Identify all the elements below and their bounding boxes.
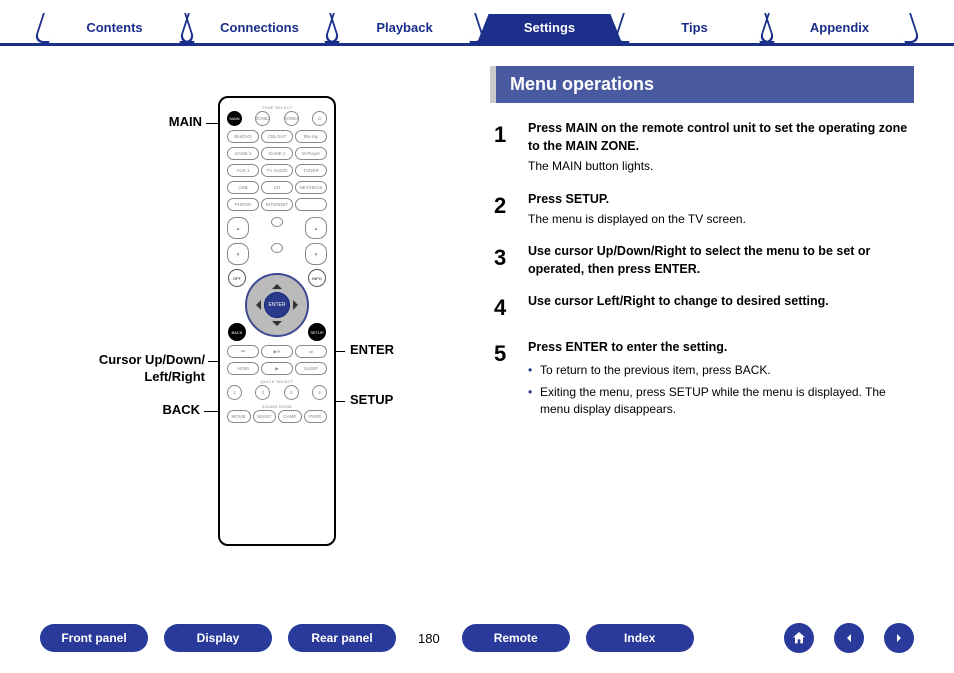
dpad-down-icon bbox=[272, 321, 282, 331]
remote-btn-quick3: 3 bbox=[284, 385, 299, 400]
remote-btn-source: M-Player bbox=[295, 147, 327, 160]
remote-btn-pure: PURE bbox=[304, 410, 328, 423]
remote-btn-tune-minus: ⏮ bbox=[227, 345, 259, 358]
remote-btn-vol-up: ▲ bbox=[305, 217, 327, 239]
remote-btn-zone2: ZONE2 bbox=[255, 111, 270, 126]
step-number: 2 bbox=[494, 190, 514, 229]
remote-btn-source: TV AUDIO bbox=[261, 164, 293, 177]
remote-btn-source: INTERNET bbox=[261, 198, 293, 211]
remote-btn-setup: SETUP bbox=[308, 323, 326, 341]
remote-btn-transport: HDMI bbox=[227, 362, 259, 375]
steps-list: 1 Press MAIN on the remote control unit … bbox=[490, 119, 914, 423]
remote-btn-enter: ENTER bbox=[264, 292, 290, 318]
tab-connections[interactable]: Connections bbox=[187, 14, 332, 43]
remote-btn-source: Blu/DVD bbox=[227, 130, 259, 143]
tab-contents[interactable]: Contents bbox=[42, 14, 187, 43]
section-heading: Menu operations bbox=[490, 66, 914, 103]
remote-btn-source: GAME 2 bbox=[261, 147, 293, 160]
remote-btn-source: TUNER bbox=[295, 164, 327, 177]
step-bullet: To return to the previous item, press BA… bbox=[528, 362, 914, 379]
instructions-column: Menu operations 1 Press MAIN on the remo… bbox=[490, 66, 914, 576]
callout-main: MAIN bbox=[150, 114, 202, 129]
remote-btn-source: NET/HEOS bbox=[295, 181, 327, 194]
remote-btn-ch-down: ▼ bbox=[227, 243, 249, 265]
remote-btn-source: USB bbox=[227, 181, 259, 194]
step-subtext: The menu is displayed on the TV screen. bbox=[528, 211, 914, 228]
step-subtext: The MAIN button lights. bbox=[528, 158, 914, 175]
remote-btn-ch-up: ▲ bbox=[227, 217, 249, 239]
remote-btn-option: OPT bbox=[228, 269, 246, 287]
step-bullet: Exiting the menu, press SETUP while the … bbox=[528, 384, 914, 419]
step-text: Use cursor Left/Right to change to desir… bbox=[528, 294, 829, 308]
remote-btn-music: MUSIC bbox=[253, 410, 277, 423]
remote-btn-play-pause: ▶/⏸ bbox=[261, 345, 293, 358]
page-number: 180 bbox=[412, 631, 446, 646]
remote-dpad: ENTER bbox=[245, 273, 309, 337]
step-number: 5 bbox=[494, 338, 514, 422]
remote-btn-quick4: 4 bbox=[312, 385, 327, 400]
remote-btn-tune-plus: ⏭ bbox=[295, 345, 327, 358]
callout-cursor: Cursor Up/Down/ Left/Right bbox=[70, 352, 205, 386]
remote-btn-movie: MOVIE bbox=[227, 410, 251, 423]
tab-tips[interactable]: Tips bbox=[622, 14, 767, 43]
remote-btn-vol-down: ▼ bbox=[305, 243, 327, 265]
bottom-link-display[interactable]: Display bbox=[164, 624, 272, 652]
step-3: 3 Use cursor Up/Down/Right to select the… bbox=[494, 242, 914, 278]
remote-btn-source: PHONO bbox=[227, 198, 259, 211]
step-2: 2 Press SETUP. The menu is displayed on … bbox=[494, 190, 914, 229]
step-number: 3 bbox=[494, 242, 514, 278]
dpad-up-icon bbox=[272, 279, 282, 289]
next-page-icon[interactable] bbox=[884, 623, 914, 653]
step-number: 4 bbox=[494, 292, 514, 324]
step-text: Use cursor Up/Down/Right to select the m… bbox=[528, 244, 870, 276]
remote-btn-source: AUX 1 bbox=[227, 164, 259, 177]
remote-btn-source: GAME 1 bbox=[227, 147, 259, 160]
sound-mode-label: SOUND MODE bbox=[226, 404, 328, 409]
step-number: 1 bbox=[494, 119, 514, 176]
zone-select-label: ZONE SELECT bbox=[226, 105, 328, 110]
remote-btn-source: Blu-ray bbox=[295, 130, 327, 143]
quick-select-label: QUICK SELECT bbox=[226, 379, 328, 384]
remote-control-diagram: ZONE SELECT MAIN ZONE2 ZONE3 ⏻ Blu/DVD C… bbox=[218, 96, 336, 546]
remote-btn-power: ⏻ bbox=[312, 111, 327, 126]
top-nav: Contents Connections Playback Settings T… bbox=[0, 0, 954, 46]
remote-btn-transport: SLEEP bbox=[295, 362, 327, 375]
dpad-left-icon bbox=[251, 300, 261, 310]
remote-btn-quick1: 1 bbox=[227, 385, 242, 400]
step-1: 1 Press MAIN on the remote control unit … bbox=[494, 119, 914, 176]
remote-btn-zone3: ZONE3 bbox=[284, 111, 299, 126]
home-icon[interactable] bbox=[784, 623, 814, 653]
remote-illustration-column: MAIN Cursor Up/Down/ Left/Right BACK ENT… bbox=[40, 66, 470, 576]
remote-btn-mute bbox=[271, 217, 283, 227]
dpad-right-icon bbox=[293, 300, 303, 310]
bottom-link-index[interactable]: Index bbox=[586, 624, 694, 652]
remote-btn-eco bbox=[271, 243, 283, 253]
remote-btn-transport: ▶ bbox=[261, 362, 293, 375]
remote-btn-quick2: 2 bbox=[255, 385, 270, 400]
step-4: 4 Use cursor Left/Right to change to des… bbox=[494, 292, 914, 324]
remote-btn-source bbox=[295, 198, 327, 211]
callout-setup: SETUP bbox=[350, 392, 393, 407]
step-5: 5 Press ENTER to enter the setting. To r… bbox=[494, 338, 914, 422]
step-text: Press MAIN on the remote control unit to… bbox=[528, 121, 907, 153]
remote-btn-info: INFO bbox=[308, 269, 326, 287]
remote-btn-main: MAIN bbox=[227, 111, 242, 126]
remote-btn-source: CD bbox=[261, 181, 293, 194]
remote-btn-source: CBL/SAT bbox=[261, 130, 293, 143]
bottom-bar: Front panel Display Rear panel 180 Remot… bbox=[0, 623, 954, 653]
tab-playback[interactable]: Playback bbox=[332, 14, 477, 43]
tab-settings[interactable]: Settings bbox=[477, 14, 622, 43]
tab-appendix[interactable]: Appendix bbox=[767, 14, 912, 43]
remote-btn-game: GAME bbox=[278, 410, 302, 423]
callout-enter: ENTER bbox=[350, 342, 394, 357]
step-text: Press SETUP. bbox=[528, 192, 609, 206]
callout-back: BACK bbox=[150, 402, 200, 417]
step-text: Press ENTER to enter the setting. bbox=[528, 340, 727, 354]
bottom-link-rear-panel[interactable]: Rear panel bbox=[288, 624, 396, 652]
bottom-link-front-panel[interactable]: Front panel bbox=[40, 624, 148, 652]
content-area: MAIN Cursor Up/Down/ Left/Right BACK ENT… bbox=[0, 46, 954, 576]
prev-page-icon[interactable] bbox=[834, 623, 864, 653]
bottom-link-remote[interactable]: Remote bbox=[462, 624, 570, 652]
remote-btn-back: BACK bbox=[228, 323, 246, 341]
